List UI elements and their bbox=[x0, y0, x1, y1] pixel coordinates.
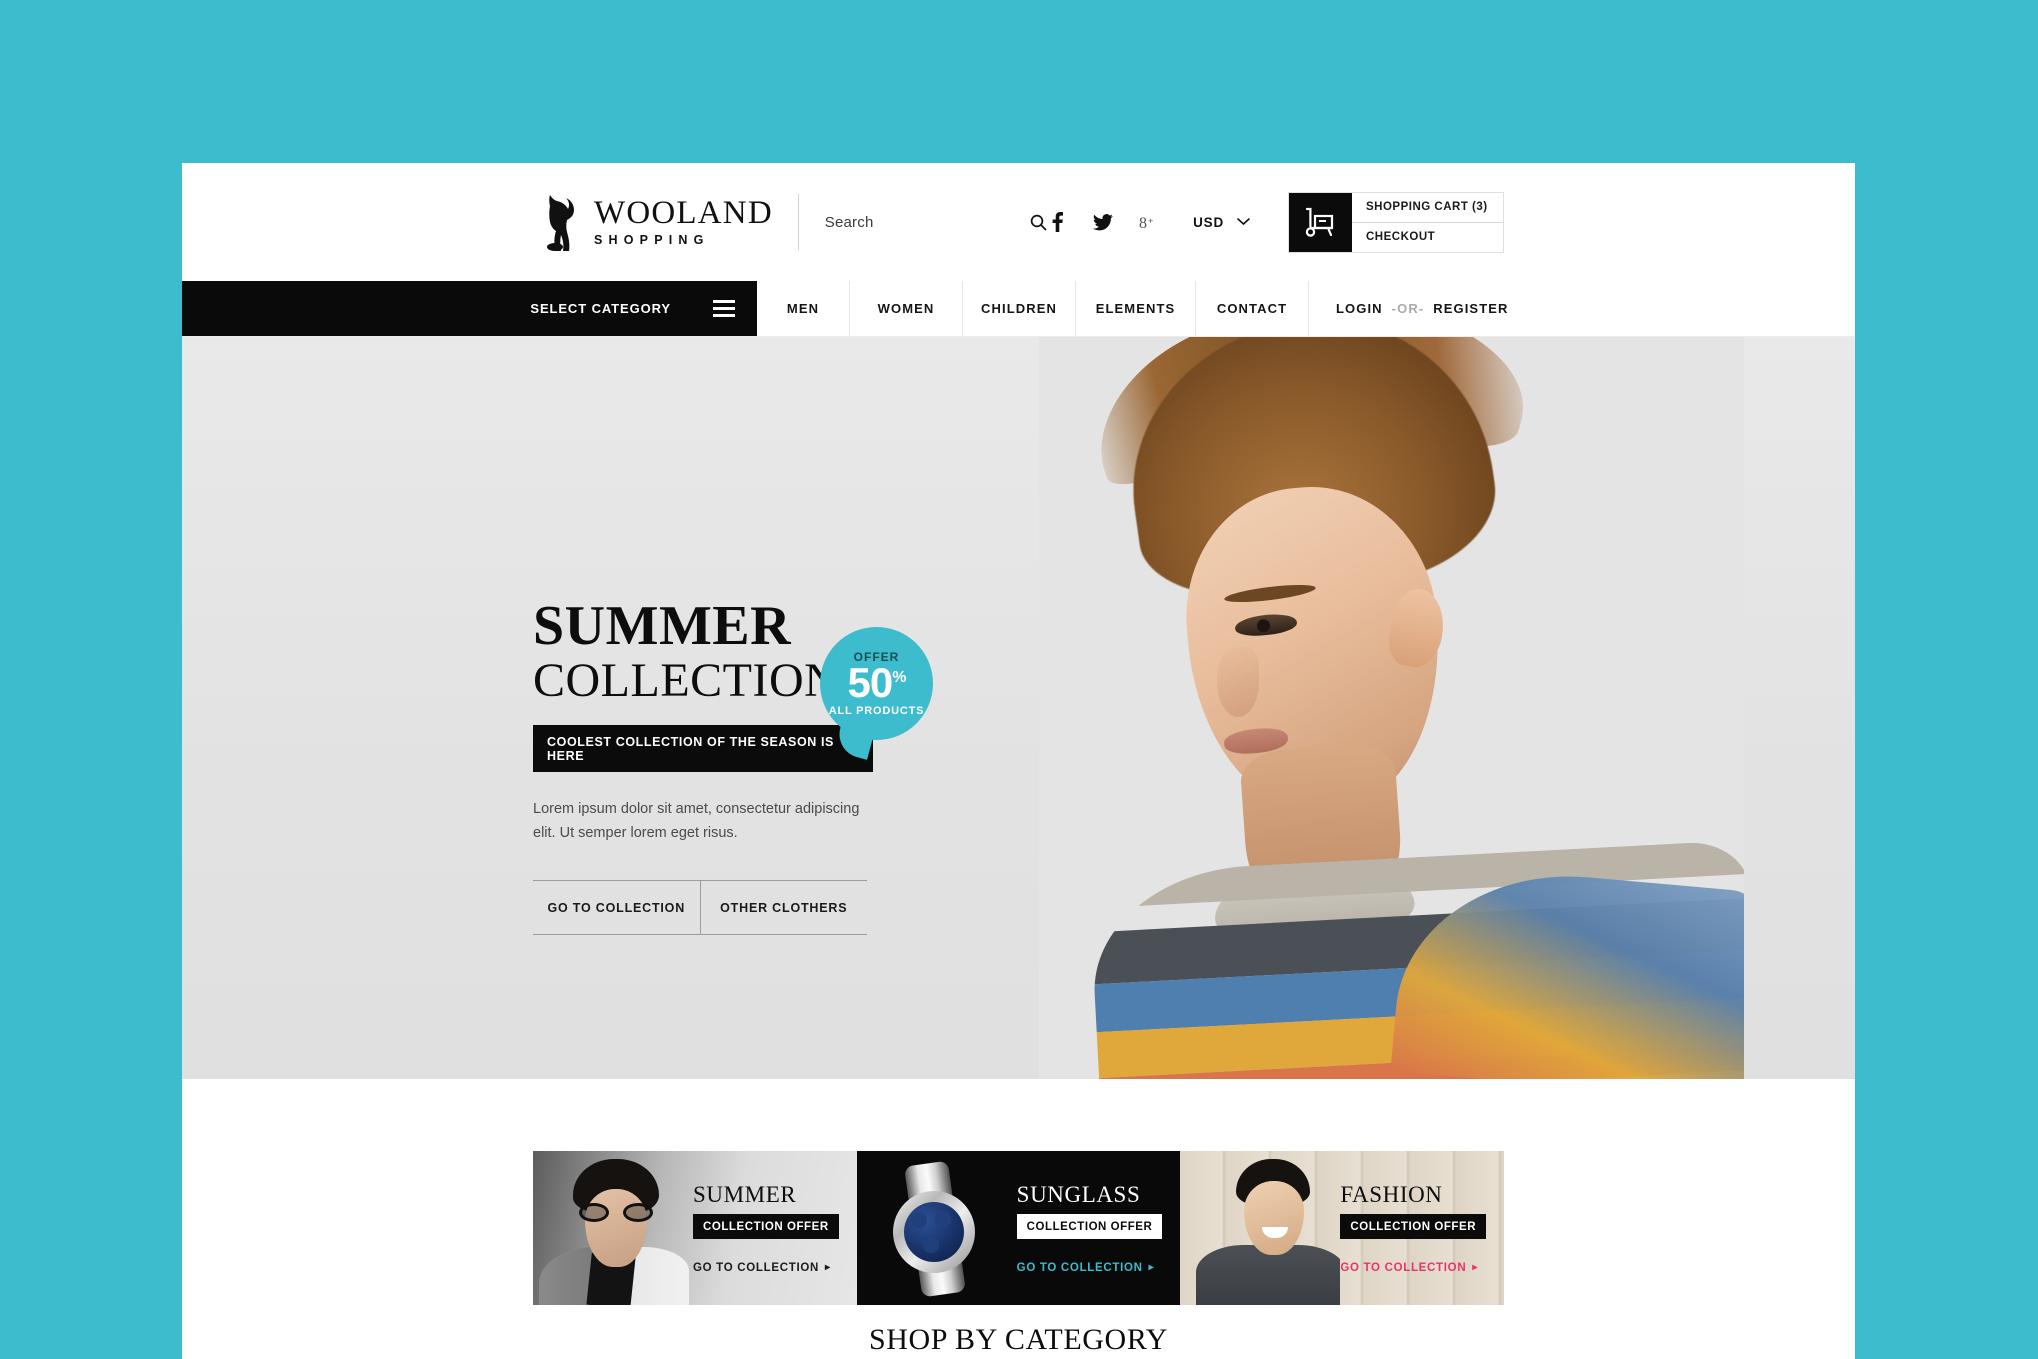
hero-tagline: COOLEST COLLECTION OF THE SEASON IS HERE bbox=[533, 725, 873, 773]
svg-text:8: 8 bbox=[1139, 215, 1147, 231]
brand-subtitle: SHOPPING bbox=[594, 233, 710, 248]
brand-name: WOOLAND bbox=[594, 195, 773, 232]
search-input[interactable] bbox=[824, 213, 1019, 231]
promo-go-link[interactable]: GO TO COLLECTION ▸ bbox=[693, 1262, 831, 1274]
nav-item-contact[interactable]: CONTACT bbox=[1196, 281, 1309, 336]
facebook-icon bbox=[1052, 212, 1063, 232]
offer-badge-bottom: ALL PRODUCTS bbox=[828, 705, 925, 717]
promo-title: SUNGLASS bbox=[1016, 1181, 1141, 1207]
nav-item-children[interactable]: CHILDREN bbox=[963, 281, 1076, 336]
offer-badge-unit: % bbox=[892, 669, 906, 686]
site-page: WOOLAND SHOPPING Search 8 + USD SHOPPING… bbox=[182, 163, 1855, 1359]
hero-cta-group: GO TO COLLECTION OTHER CLOTHERS bbox=[533, 880, 868, 936]
promo-title: FASHION bbox=[1340, 1181, 1443, 1207]
select-category-button[interactable]: SELECT CATEGORY bbox=[182, 281, 757, 336]
arrow-right-icon: ▸ bbox=[1148, 1261, 1155, 1273]
hamburger-icon bbox=[713, 300, 735, 317]
eyeglasses-icon bbox=[579, 1203, 653, 1222]
wristwatch-icon bbox=[879, 1160, 997, 1298]
google-plus-icon: 8 + bbox=[1139, 215, 1153, 231]
select-category-label: SELECT CATEGORY bbox=[530, 301, 671, 316]
promo-summer-image bbox=[533, 1151, 693, 1305]
nav-item-women[interactable]: WOMEN bbox=[850, 281, 963, 336]
header-divider bbox=[797, 194, 799, 250]
promo-card-fashion[interactable]: FASHION COLLECTION OFFER GO TO COLLECTIO… bbox=[1180, 1151, 1505, 1305]
login-link[interactable]: LOGIN bbox=[1336, 301, 1383, 316]
promo-go-label: GO TO COLLECTION bbox=[1016, 1261, 1143, 1274]
arrow-right-icon: ▸ bbox=[825, 1261, 831, 1273]
section-title: SHOP BY CATEGORY bbox=[868, 1323, 1169, 1356]
hero-model-photo bbox=[1039, 337, 1744, 1079]
nav-item-men[interactable]: MEN bbox=[757, 281, 850, 336]
promo-chip: COLLECTION OFFER bbox=[1340, 1213, 1487, 1239]
promo-card-summer[interactable]: SUMMER COLLECTION OFFER GO TO COLLECTION… bbox=[533, 1151, 857, 1305]
hero-copy: SUMMER COLLECTIONS COOLEST COLLECTION OF… bbox=[533, 595, 873, 936]
promo-go-label: GO TO COLLECTION bbox=[1340, 1261, 1467, 1274]
go-to-collection-button[interactable]: GO TO COLLECTION bbox=[533, 881, 701, 935]
shopping-cart-link[interactable]: SHOPPING CART (3) bbox=[1352, 192, 1503, 223]
social-links: 8 + bbox=[1047, 211, 1159, 233]
arrow-right-icon: ▸ bbox=[1472, 1261, 1479, 1273]
twitter-icon bbox=[1093, 213, 1114, 230]
cat-logo-icon bbox=[547, 195, 574, 251]
search-icon bbox=[1030, 214, 1047, 231]
google-plus-link[interactable]: 8 + bbox=[1139, 211, 1159, 233]
promo-chip: COLLECTION OFFER bbox=[1016, 1213, 1163, 1239]
offer-badge-number: 50% bbox=[847, 659, 907, 706]
hero-banner: OFFER 50% ALL PRODUCTS SUMMER COLLECTION… bbox=[182, 337, 1855, 1079]
currency-selector[interactable]: USD bbox=[1193, 215, 1250, 230]
promo-fashion-image bbox=[1180, 1151, 1341, 1305]
promo-chip: COLLECTION OFFER bbox=[693, 1213, 839, 1239]
brand-logo[interactable]: WOOLAND SHOPPING bbox=[533, 192, 773, 252]
twitter-link[interactable] bbox=[1093, 211, 1114, 233]
search-button[interactable] bbox=[1030, 214, 1047, 231]
other-clothers-button[interactable]: OTHER CLOTHERS bbox=[701, 881, 868, 934]
facebook-link[interactable] bbox=[1047, 211, 1067, 233]
cart-block: SHOPPING CART (3) CHECKOUT bbox=[1288, 191, 1504, 253]
site-header: WOOLAND SHOPPING Search 8 + USD SHOPPING… bbox=[182, 163, 1855, 281]
promo-title: SUMMER bbox=[693, 1181, 797, 1207]
register-link[interactable]: REGISTER bbox=[1433, 301, 1508, 316]
nav-item-elements[interactable]: ELEMENTS bbox=[1076, 281, 1196, 336]
header-right: 8 + USD SHOPPING CART (3) CHECKOUT bbox=[1047, 191, 1504, 253]
promo-go-label: GO TO COLLECTION bbox=[693, 1261, 819, 1274]
promo-card-sunglass[interactable]: SUNGLASS COLLECTION OFFER GO TO COLLECTI… bbox=[856, 1151, 1181, 1305]
cart-links: SHOPPING CART (3) CHECKOUT bbox=[1352, 192, 1503, 252]
chevron-down-icon bbox=[1237, 218, 1250, 226]
nav-items: MEN WOMEN CHILDREN ELEMENTS CONTACT LOGI… bbox=[757, 281, 1855, 336]
promo-go-link[interactable]: GO TO COLLECTION ▸ bbox=[1017, 1262, 1155, 1274]
offer-badge-value: 50 bbox=[847, 659, 894, 706]
promo-banner-row: SUMMER COLLECTION OFFER GO TO COLLECTION… bbox=[533, 1151, 1505, 1305]
cart-icon-button[interactable] bbox=[1289, 192, 1352, 252]
main-navigation: SELECT CATEGORY MEN WOMEN CHILDREN ELEME… bbox=[182, 281, 1855, 337]
promo-sunglass-image bbox=[857, 1151, 1017, 1305]
hero-description: Lorem ipsum dolor sit amet, consectetur … bbox=[533, 801, 860, 841]
checkout-link[interactable]: CHECKOUT bbox=[1352, 222, 1503, 252]
search-area bbox=[824, 213, 1047, 231]
offer-badge: OFFER 50% ALL PRODUCTS bbox=[820, 627, 933, 740]
promo-go-link[interactable]: GO TO COLLECTION ▸ bbox=[1340, 1262, 1478, 1274]
currency-label: USD bbox=[1193, 214, 1224, 230]
shopping-cart-icon bbox=[1305, 207, 1334, 237]
svg-text:+: + bbox=[1148, 216, 1153, 226]
auth-separator: -OR- bbox=[1391, 301, 1425, 316]
hero-title-line1: SUMMER bbox=[533, 595, 792, 657]
auth-links: LOGIN -OR- REGISTER bbox=[1309, 281, 1509, 336]
